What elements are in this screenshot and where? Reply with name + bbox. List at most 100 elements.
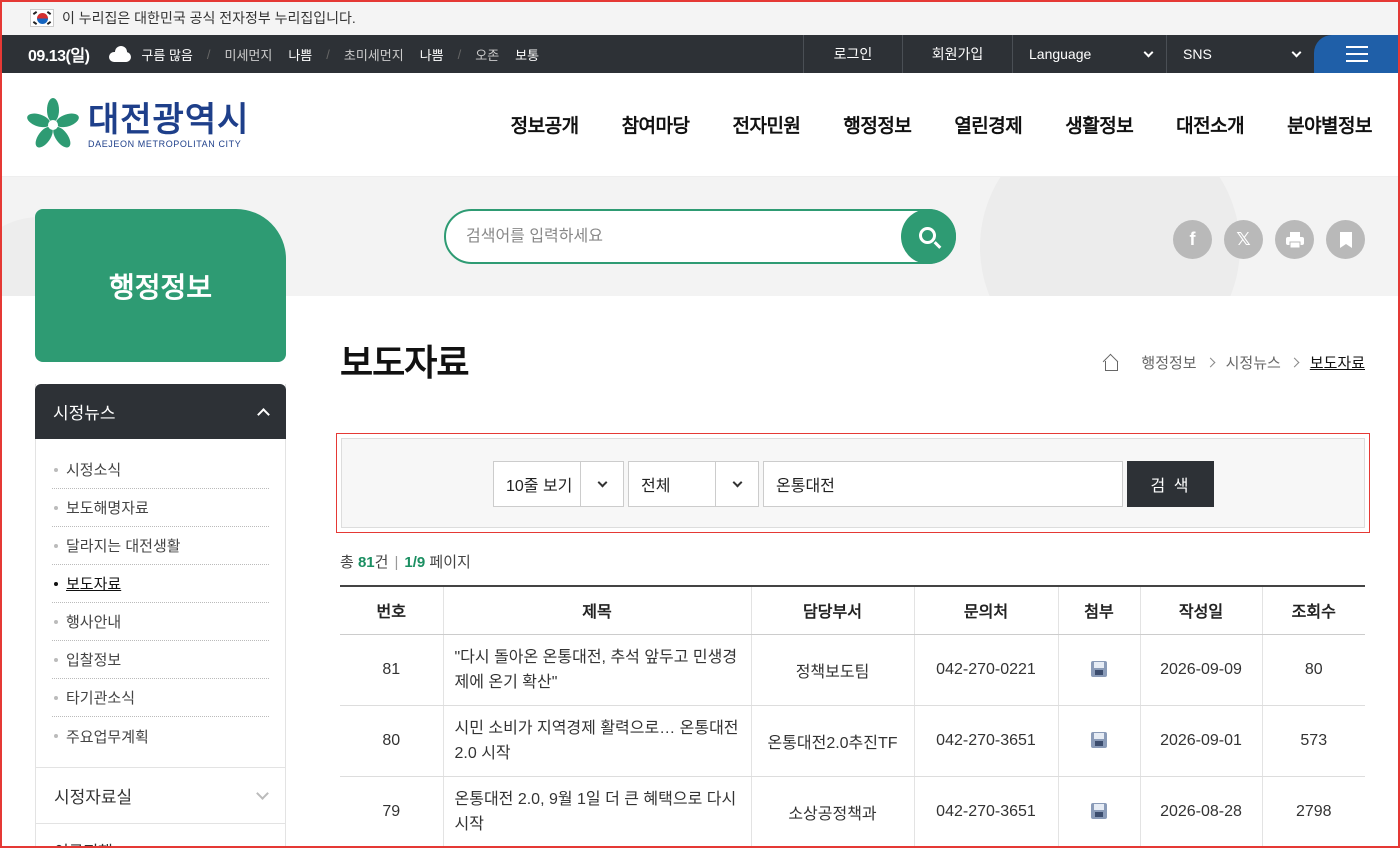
row-number: 81	[340, 634, 443, 706]
language-label: Language	[1029, 46, 1092, 62]
daejeon-emblem-icon	[27, 98, 79, 148]
row-views: 573	[1261, 705, 1365, 777]
press-release-table: 번호 제목 담당부서 문의처 첨부 작성일 조회수 81 "다시 돌아온 온통대…	[340, 585, 1365, 848]
attachment-icon[interactable]	[1091, 803, 1107, 820]
weather-status: 구름 많음	[141, 47, 193, 63]
lnb-section-label: 시정자료실	[54, 788, 133, 807]
chevron-up-icon	[257, 407, 270, 421]
row-department: 온통대전2.0추진TF	[750, 705, 914, 777]
col-header: 번호	[340, 585, 443, 635]
lnb-section-header[interactable]: 시정뉴스	[35, 384, 286, 439]
chevron-down-icon	[256, 786, 269, 800]
row-department: 정책보도팀	[750, 634, 914, 706]
rows-per-page-select[interactable]: 10줄 보기	[493, 461, 624, 507]
lnb-item-active[interactable]: 보도자료	[52, 565, 269, 603]
gov-banner-text[interactable]: 이 누리집은 대한민국 공식 전자정부 누리집입니다.	[62, 8, 356, 28]
lnb-item[interactable]: 시정소식	[52, 451, 269, 489]
lnb-item[interactable]: 행사안내	[52, 603, 269, 641]
site-logo[interactable]: 대전광역시 DAEJEON METROPOLITAN CITY	[26, 98, 249, 152]
col-header: 첨부	[1057, 585, 1140, 635]
row-views: 80	[1261, 634, 1365, 706]
facebook-icon[interactable]: f	[1173, 220, 1212, 259]
search-button[interactable]	[901, 209, 956, 264]
gnb-item[interactable]: 열린경제	[954, 111, 1022, 138]
attachment-icon[interactable]	[1091, 661, 1107, 678]
gnb-item[interactable]: 참여마당	[622, 111, 690, 138]
attachment-icon[interactable]	[1091, 732, 1107, 749]
lnb-item[interactable]: 타기관소식	[52, 679, 269, 717]
page-title: 보도자료	[340, 342, 469, 383]
login-link[interactable]: 로그인	[803, 35, 902, 73]
signup-link[interactable]: 회원가입	[902, 35, 1012, 73]
chevron-down-icon	[1143, 47, 1154, 57]
row-contact: 042-270-0221	[913, 634, 1058, 706]
print-icon[interactable]	[1275, 220, 1314, 259]
bookmark-icon[interactable]	[1326, 220, 1365, 259]
chevron-down-icon	[732, 477, 742, 487]
total-prefix: 총	[340, 554, 358, 571]
logo-title: 대전광역시	[88, 101, 250, 139]
table-row[interactable]: 81 "다시 돌아온 온통대전, 추석 앞두고 민생경제에 온기 확산" 정책보…	[340, 634, 1365, 706]
chevron-right-icon	[1205, 357, 1216, 368]
page-indicator: 1/9	[404, 554, 426, 571]
lnb-section-label: 시정뉴스	[53, 404, 116, 423]
col-header: 제목	[442, 585, 751, 635]
home-icon[interactable]	[1103, 355, 1119, 371]
row-date: 2026-09-09	[1139, 634, 1262, 706]
lnb-section-collapsed[interactable]: 시정자료실	[36, 767, 285, 823]
menu-icon[interactable]	[1314, 35, 1400, 73]
chevron-right-icon	[1289, 357, 1300, 368]
row-contact: 042-270-3651	[913, 776, 1058, 848]
bookmark-shape	[1339, 231, 1352, 248]
breadcrumb-item[interactable]: 시정뉴스	[1226, 352, 1281, 373]
row-title-link[interactable]: 시민 소비가 지역경제 활력으로… 온통대전 2.0 시작	[442, 705, 751, 777]
gnb-item[interactable]: 행정정보	[843, 111, 911, 138]
search-icon	[918, 226, 936, 244]
lnb-item[interactable]: 달라지는 대전생활	[52, 527, 269, 565]
fine-dust-label: 미세먼지	[224, 47, 273, 63]
main-navigation: 정보공개 참여마당 전자민원 행정정보 열린경제 생활정보 대전소개 분야별정보	[468, 111, 1373, 138]
breadcrumb-item[interactable]: 행정정보	[1141, 352, 1196, 373]
keyword-input[interactable]: 온통대전	[763, 461, 1123, 507]
fine-dust-value: 나쁨	[288, 47, 313, 63]
lnb-section-collapsed[interactable]: 이공지행	[36, 823, 285, 848]
rows-per-page-value: 10줄 보기	[506, 478, 573, 495]
lnb-item[interactable]: 입찰정보	[52, 641, 269, 679]
col-header: 담당부서	[750, 585, 914, 635]
gov-banner: 이 누리집은 대한민국 공식 전자정부 누리집입니다.	[0, 0, 1400, 35]
gnb-item[interactable]: 분야별정보	[1287, 111, 1372, 138]
gnb-item[interactable]: 대전소개	[1176, 111, 1244, 138]
search-input[interactable]	[466, 225, 886, 249]
logo-subtitle: DAEJEON METROPOLITAN CITY	[88, 139, 242, 149]
lnb-item[interactable]: 주요업무계획	[52, 717, 269, 755]
gnb-item[interactable]: 생활정보	[1065, 111, 1133, 138]
table-row[interactable]: 79 온통대전 2.0, 9월 1일 더 큰 혜택으로 다시 시작 소상공정책과…	[340, 776, 1365, 848]
row-title-link[interactable]: 온통대전 2.0, 9월 1일 더 큰 혜택으로 다시 시작	[442, 776, 751, 848]
row-number: 80	[340, 705, 443, 777]
lnb-item[interactable]: 보도해명자료	[52, 489, 269, 527]
row-views: 2798	[1261, 776, 1365, 848]
board-search-button[interactable]: 검 색	[1127, 461, 1214, 507]
search-field-select[interactable]: 전체	[628, 461, 759, 507]
row-contact: 042-270-3651	[913, 705, 1058, 777]
table-row[interactable]: 80 시민 소비가 지역경제 활력으로… 온통대전 2.0 시작 온통대전2.0…	[340, 705, 1365, 777]
col-header: 문의처	[913, 585, 1058, 635]
row-title-link[interactable]: "다시 돌아온 온통대전, 추석 앞두고 민생경제에 온기 확산"	[442, 634, 751, 706]
korea-flag-icon	[30, 8, 54, 27]
ozone-label: 오존	[475, 47, 500, 63]
breadcrumb-current[interactable]: 보도자료	[1310, 352, 1365, 373]
x-icon[interactable]: 𝕏	[1224, 220, 1263, 259]
row-date: 2026-09-01	[1139, 705, 1262, 777]
gnb-item[interactable]: 전자민원	[732, 111, 800, 138]
printer-shape	[1285, 231, 1304, 248]
chevron-down-icon	[597, 477, 607, 487]
row-date: 2026-08-28	[1139, 776, 1262, 848]
sns-dropdown[interactable]: SNS	[1166, 35, 1314, 73]
sns-label: SNS	[1183, 46, 1212, 62]
site-search	[444, 209, 956, 264]
col-header: 조회수	[1261, 585, 1365, 635]
ozone-value: 보통	[515, 47, 540, 63]
language-dropdown[interactable]: Language	[1012, 35, 1166, 73]
gnb-item[interactable]: 정보공개	[511, 111, 579, 138]
site-header: 대전광역시 DAEJEON METROPOLITAN CITY 정보공개 참여마…	[0, 73, 1400, 177]
